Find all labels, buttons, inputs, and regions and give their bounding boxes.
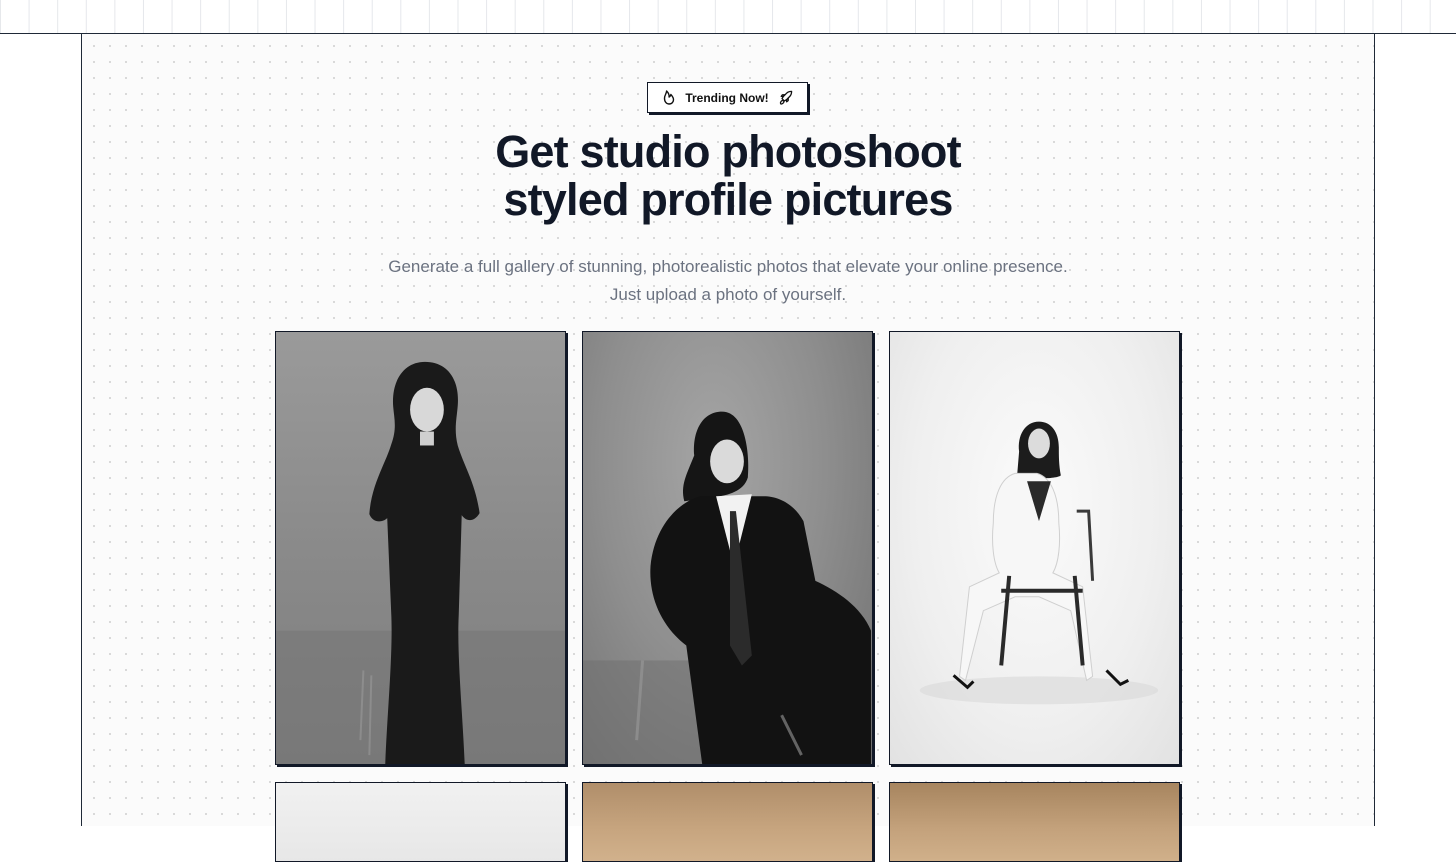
rocket-icon — [778, 90, 793, 105]
gallery-photo-1[interactable] — [275, 331, 566, 765]
gallery-photo-2[interactable] — [582, 331, 873, 765]
trending-badge[interactable]: Trending Now! — [647, 82, 808, 113]
page-subtitle-line-2: Just upload a photo of yourself. — [609, 285, 847, 304]
top-grid-strip — [0, 0, 1456, 34]
gallery-photo-4[interactable] — [275, 782, 566, 862]
gallery-photo-3[interactable] — [889, 331, 1180, 765]
page-subtitle: Generate a full gallery of stunning, pho… — [0, 253, 1456, 309]
gallery-photo-5[interactable] — [582, 782, 873, 862]
page-title-line-1: Get studio photoshoot — [495, 126, 961, 177]
page-title-line-2: styled profile pictures — [503, 174, 953, 225]
page-subtitle-line-1: Generate a full gallery of stunning, pho… — [388, 257, 1068, 276]
trending-badge-label: Trending Now! — [685, 90, 769, 105]
flame-icon — [662, 90, 676, 105]
page-title: Get studio photoshoot styled profile pic… — [0, 128, 1456, 224]
gallery-photo-6[interactable] — [889, 782, 1180, 862]
